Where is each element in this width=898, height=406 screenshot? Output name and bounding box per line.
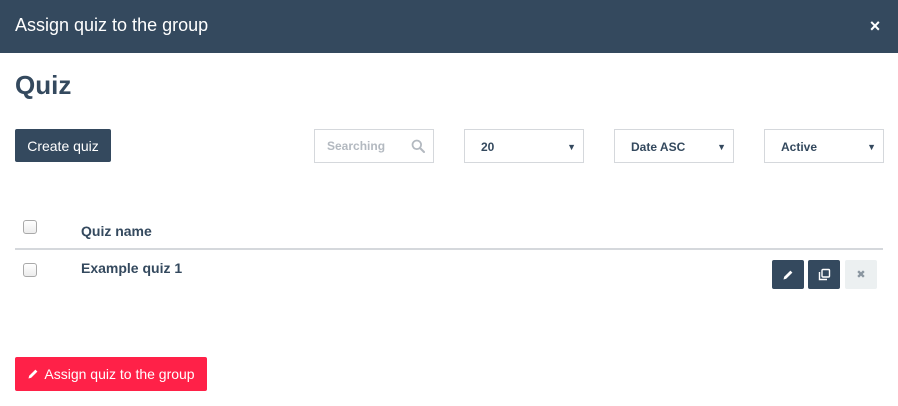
search-box	[314, 129, 434, 163]
caret-down-icon: ▼	[567, 142, 576, 152]
sort-select[interactable]: Date ASC ▼	[614, 129, 734, 163]
row-checkbox[interactable]	[23, 263, 37, 277]
close-icon: ✖	[856, 269, 866, 281]
select-all-checkbox[interactable]	[23, 220, 37, 234]
per-page-value: 20	[481, 140, 495, 154]
table-header: Quiz name	[15, 210, 883, 250]
assign-quiz-label: Assign quiz to the group	[44, 366, 195, 382]
page-title: Quiz	[15, 70, 72, 100]
search-input[interactable]	[315, 130, 410, 162]
status-value: Active	[781, 140, 818, 154]
pencil-icon	[783, 270, 793, 279]
caret-down-icon: ▼	[717, 142, 726, 152]
delete-button[interactable]: ✖	[845, 260, 877, 289]
close-icon[interactable]: ×	[868, 17, 882, 35]
per-page-select[interactable]: 20 ▼	[464, 129, 584, 163]
caret-down-icon: ▼	[867, 142, 876, 152]
search-icon[interactable]	[411, 139, 425, 153]
table-row: Example quiz 1 ✖	[15, 250, 883, 290]
column-header-quiz-name: Quiz name	[81, 223, 152, 239]
assign-quiz-button[interactable]: Assign quiz to the group	[15, 357, 207, 391]
copy-button[interactable]	[808, 260, 840, 289]
pencil-icon	[28, 369, 38, 379]
copy-icon	[818, 268, 830, 281]
sort-value: Date ASC	[631, 140, 686, 154]
modal-title: Assign quiz to the group	[15, 15, 209, 35]
create-quiz-button[interactable]: Create quiz	[15, 129, 111, 162]
modal-header: Assign quiz to the group ×	[0, 0, 898, 53]
quiz-table: Quiz name Example quiz 1 ✖	[15, 210, 883, 290]
quiz-name: Example quiz 1	[81, 260, 183, 276]
status-select[interactable]: Active ▼	[764, 129, 884, 163]
edit-button[interactable]	[772, 260, 804, 289]
